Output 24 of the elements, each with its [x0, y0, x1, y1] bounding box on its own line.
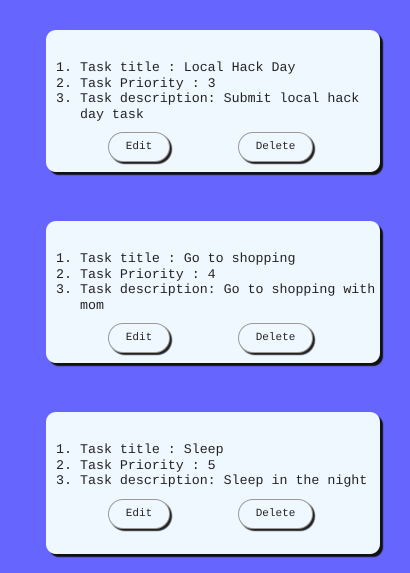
list-number: 3. [56, 282, 73, 299]
list-number: 2. [56, 458, 73, 473]
list-number: 2. [56, 76, 73, 91]
task-detail: Task title : Local Hack Day [80, 60, 296, 76]
task-detail: Task Priority : 5 [80, 458, 217, 473]
task-detail: Task Priority : 3 [80, 76, 217, 91]
delete-button[interactable]: Delete [238, 132, 313, 162]
list-number: 2. [56, 266, 73, 282]
list-number: 1. [56, 60, 73, 76]
list-number: 1. [56, 442, 73, 458]
task-detail: Task description: Submit local hack day task [80, 91, 360, 122]
list-number: 1. [56, 251, 73, 266]
task-detail: Task Priority : 4 [80, 266, 217, 282]
task-detail: Task description: Sleep in the night [80, 473, 368, 488]
task-detail: Task description: Go to shopping with mom [80, 282, 376, 313]
delete-button[interactable]: Delete [238, 323, 313, 353]
task-detail: Task title : Go to shopping [80, 251, 296, 266]
edit-button[interactable]: Edit [108, 323, 170, 353]
edit-button[interactable]: Edit [108, 132, 170, 162]
edit-button[interactable]: Edit [108, 498, 170, 528]
list-number: 3. [56, 473, 73, 488]
list-number: 3. [56, 91, 73, 108]
delete-button[interactable]: Delete [238, 498, 313, 528]
task-detail: Task title : Sleep [80, 442, 225, 458]
